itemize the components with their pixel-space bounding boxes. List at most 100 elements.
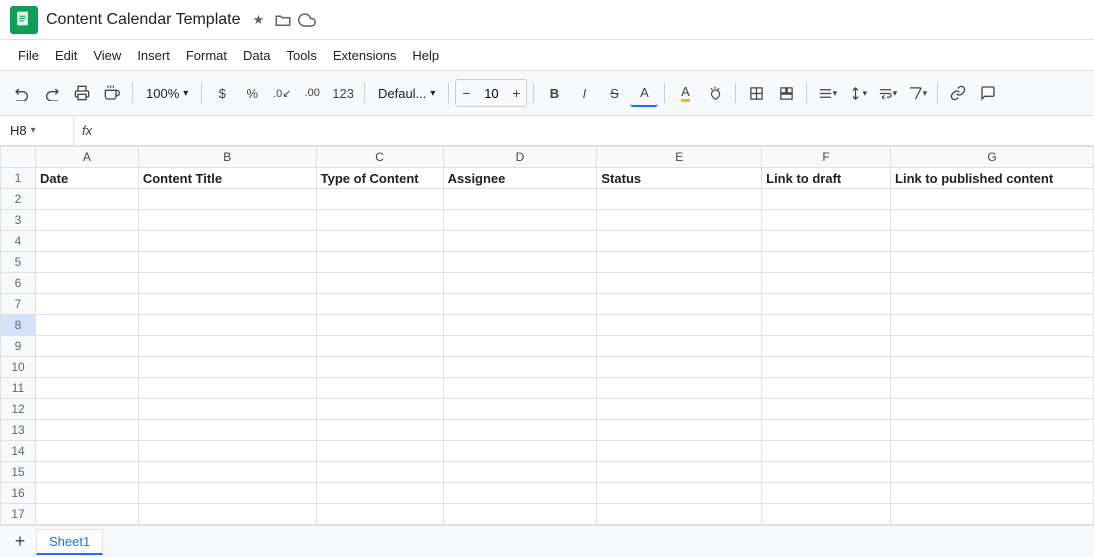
- cell-f9[interactable]: [762, 336, 891, 357]
- bold-button[interactable]: B: [540, 79, 568, 107]
- cell-f7[interactable]: [762, 294, 891, 315]
- row-number-11[interactable]: 11: [1, 378, 36, 399]
- cell-c9[interactable]: [316, 336, 443, 357]
- row-number-12[interactable]: 12: [1, 399, 36, 420]
- cell-g17[interactable]: [891, 504, 1094, 525]
- cell-e2[interactable]: [597, 189, 762, 210]
- currency-button[interactable]: $: [208, 79, 236, 107]
- cell-a4[interactable]: [36, 231, 139, 252]
- row-number-1[interactable]: 1: [1, 168, 36, 189]
- cell-g16[interactable]: [891, 483, 1094, 504]
- cell-f11[interactable]: [762, 378, 891, 399]
- cell-a9[interactable]: [36, 336, 139, 357]
- cell-d7[interactable]: [443, 294, 597, 315]
- cell-c13[interactable]: [316, 420, 443, 441]
- decimal-inc-button[interactable]: .00: [298, 79, 326, 107]
- cell-b7[interactable]: [138, 294, 316, 315]
- row-number-5[interactable]: 5: [1, 252, 36, 273]
- cell-a3[interactable]: [36, 210, 139, 231]
- cell-d4[interactable]: [443, 231, 597, 252]
- cell-e11[interactable]: [597, 378, 762, 399]
- cell-d8[interactable]: [443, 315, 597, 336]
- cell-d12[interactable]: [443, 399, 597, 420]
- row-number-6[interactable]: 6: [1, 273, 36, 294]
- cell-g3[interactable]: [891, 210, 1094, 231]
- cell-d16[interactable]: [443, 483, 597, 504]
- fill-color-button[interactable]: [701, 79, 729, 107]
- cell-c3[interactable]: [316, 210, 443, 231]
- cell-e1[interactable]: Status: [597, 168, 762, 189]
- cell-a2[interactable]: [36, 189, 139, 210]
- cell-f1[interactable]: Link to draft: [762, 168, 891, 189]
- cell-e3[interactable]: [597, 210, 762, 231]
- underline-button[interactable]: A: [630, 79, 658, 107]
- cell-a5[interactable]: [36, 252, 139, 273]
- row-number-4[interactable]: 4: [1, 231, 36, 252]
- align-vertical-button[interactable]: ▾: [843, 79, 871, 107]
- cell-f10[interactable]: [762, 357, 891, 378]
- row-number-10[interactable]: 10: [1, 357, 36, 378]
- cell-b11[interactable]: [138, 378, 316, 399]
- cell-d10[interactable]: [443, 357, 597, 378]
- strikethrough-button[interactable]: S: [600, 79, 628, 107]
- cell-g1[interactable]: Link to published content: [891, 168, 1094, 189]
- cell-e6[interactable]: [597, 273, 762, 294]
- menu-format[interactable]: Format: [178, 44, 235, 67]
- cell-f5[interactable]: [762, 252, 891, 273]
- cell-b16[interactable]: [138, 483, 316, 504]
- col-header-d[interactable]: D: [443, 147, 597, 168]
- cell-a7[interactable]: [36, 294, 139, 315]
- cell-b15[interactable]: [138, 462, 316, 483]
- cell-a8[interactable]: [36, 315, 139, 336]
- cell-e13[interactable]: [597, 420, 762, 441]
- cell-d17[interactable]: [443, 504, 597, 525]
- cell-b2[interactable]: [138, 189, 316, 210]
- cell-c8[interactable]: [316, 315, 443, 336]
- sheet-scroll[interactable]: A B C D E F G 1 Date Content Title Type …: [0, 146, 1094, 525]
- percent-button[interactable]: %: [238, 79, 266, 107]
- cell-g10[interactable]: [891, 357, 1094, 378]
- add-sheet-button[interactable]: +: [8, 530, 32, 554]
- cell-c17[interactable]: [316, 504, 443, 525]
- col-header-e[interactable]: E: [597, 147, 762, 168]
- cell-c7[interactable]: [316, 294, 443, 315]
- cell-e9[interactable]: [597, 336, 762, 357]
- cell-d9[interactable]: [443, 336, 597, 357]
- zoom-dropdown[interactable]: 100% ▾: [139, 79, 195, 107]
- cell-g8[interactable]: [891, 315, 1094, 336]
- cell-b4[interactable]: [138, 231, 316, 252]
- insert-comment-button[interactable]: [974, 79, 1002, 107]
- col-header-g[interactable]: G: [891, 147, 1094, 168]
- menu-insert[interactable]: Insert: [129, 44, 178, 67]
- cell-c5[interactable]: [316, 252, 443, 273]
- row-number-15[interactable]: 15: [1, 462, 36, 483]
- cell-a11[interactable]: [36, 378, 139, 399]
- borders-button[interactable]: [742, 79, 770, 107]
- cell-f13[interactable]: [762, 420, 891, 441]
- cell-d15[interactable]: [443, 462, 597, 483]
- cell-e4[interactable]: [597, 231, 762, 252]
- row-number-7[interactable]: 7: [1, 294, 36, 315]
- row-number-17[interactable]: 17: [1, 504, 36, 525]
- cell-b10[interactable]: [138, 357, 316, 378]
- cell-a12[interactable]: [36, 399, 139, 420]
- cell-c14[interactable]: [316, 441, 443, 462]
- cell-a17[interactable]: [36, 504, 139, 525]
- row-number-16[interactable]: 16: [1, 483, 36, 504]
- cell-reference[interactable]: H8 ▾: [4, 116, 74, 145]
- cell-e17[interactable]: [597, 504, 762, 525]
- cell-g14[interactable]: [891, 441, 1094, 462]
- merge-cells-button[interactable]: [772, 79, 800, 107]
- redo-button[interactable]: [38, 79, 66, 107]
- font-size-increase-button[interactable]: +: [506, 79, 526, 107]
- font-size-decrease-button[interactable]: −: [456, 79, 476, 107]
- text-rotation-button[interactable]: ▾: [903, 79, 931, 107]
- cell-f6[interactable]: [762, 273, 891, 294]
- cell-c12[interactable]: [316, 399, 443, 420]
- cell-f8[interactable]: [762, 315, 891, 336]
- cell-a6[interactable]: [36, 273, 139, 294]
- cell-e8[interactable]: [597, 315, 762, 336]
- col-header-c[interactable]: C: [316, 147, 443, 168]
- row-number-3[interactable]: 3: [1, 210, 36, 231]
- paint-format-button[interactable]: [98, 79, 126, 107]
